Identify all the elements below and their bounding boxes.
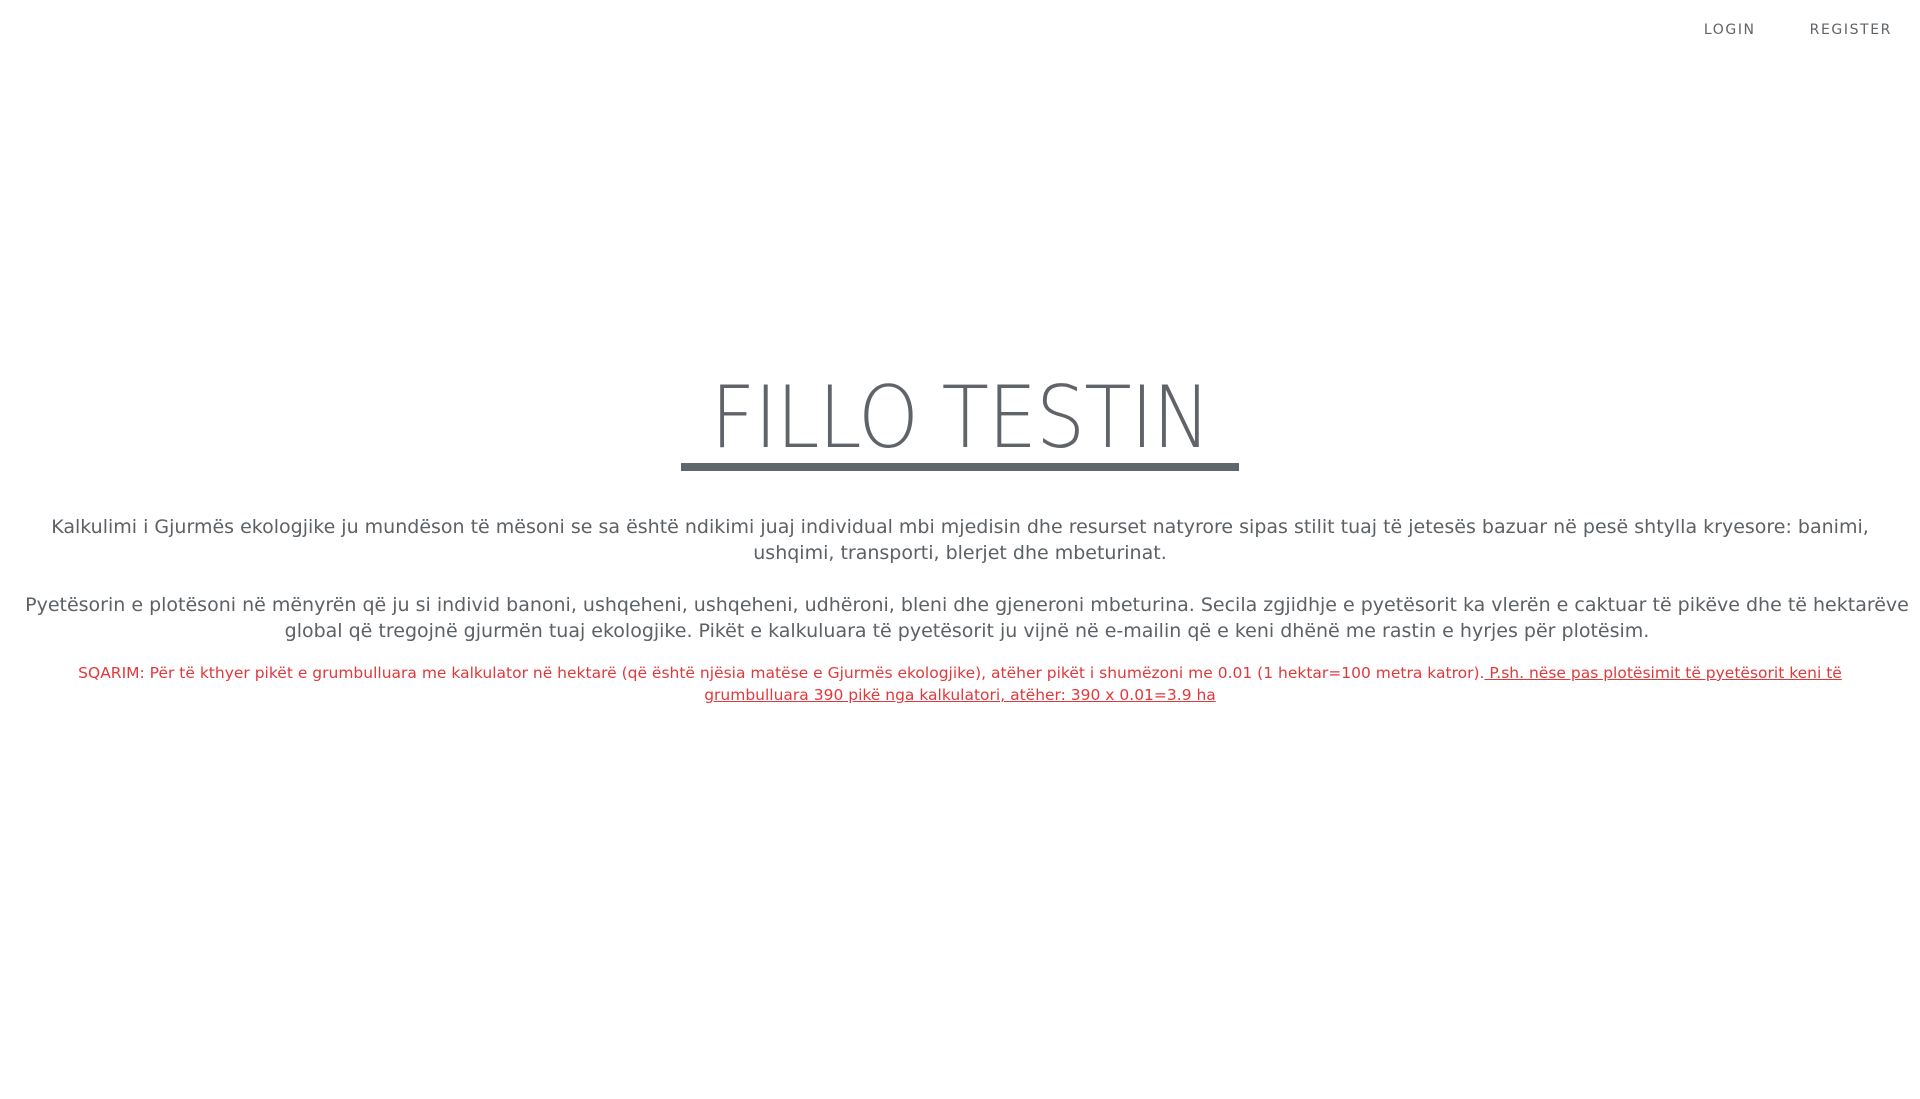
top-navigation: LOGIN REGISTER — [1650, 0, 1920, 60]
hero-section: FILLO TESTIN — [0, 375, 1920, 471]
clarification-text: SQARIM: Për të kthyer pikët e grumbullua… — [78, 664, 1485, 682]
login-link[interactable]: LOGIN — [1704, 22, 1756, 38]
instructions-paragraph: Pyetësorin e plotësoni në mënyrën që ju … — [25, 594, 1909, 642]
page-title: FILLO TESTIN — [710, 368, 1211, 468]
intro-paragraph: Kalkulimi i Gjurmës ekologjike ju mundës… — [51, 516, 1869, 564]
description-section: Kalkulimi i Gjurmës ekologjike ju mundës… — [0, 514, 1920, 706]
register-link[interactable]: REGISTER — [1810, 22, 1892, 38]
clarification-note: SQARIM: Për të kthyer pikët e grumbullua… — [30, 662, 1890, 706]
start-test-link[interactable]: FILLO TESTIN — [680, 368, 1240, 471]
